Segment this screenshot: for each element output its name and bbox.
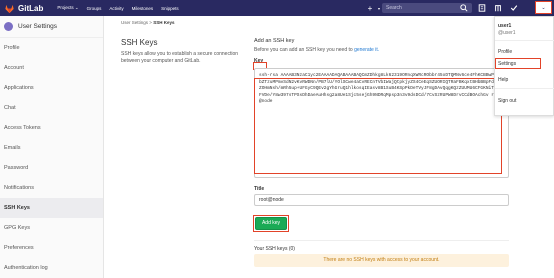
your-ssh-keys-heading: Your SSH keys (0) [254, 246, 295, 252]
new-item-button[interactable]: + [363, 3, 377, 13]
ssh-description: SSH keys allow you to establish a secure… [121, 51, 239, 64]
user-avatar-menu-button[interactable]: ⌄ [535, 1, 552, 14]
page-title: SSH Keys [121, 38, 158, 47]
add-ssh-key-form: Add an SSH key Before you can add an SSH… [253, 38, 509, 267]
ssh-info-column: SSH Keys SSH keys allow you to establish… [121, 38, 243, 65]
breadcrumb: User Settings > SSH Keys [121, 20, 174, 25]
divider [495, 88, 554, 89]
todos-icon[interactable] [510, 4, 518, 12]
user-dropdown-menu: user1 @user1 Profile Settings Help Sign … [494, 16, 554, 116]
breadcrumb-current: SSH Keys [153, 20, 175, 25]
nav-groups[interactable]: Groups [87, 6, 102, 11]
sidebar-item-authentication-log[interactable]: Authentication log [0, 258, 103, 278]
sidebar-item-chat[interactable]: Chat [0, 98, 103, 118]
chevron-down-icon[interactable]: ▾ [378, 6, 380, 11]
sidebar-header: User Settings [0, 16, 103, 38]
search-icon [460, 4, 468, 12]
dropdown-item-sign-out[interactable]: Sign out [498, 98, 516, 104]
sidebar-item-profile[interactable]: Profile [0, 38, 103, 58]
nav-projects[interactable]: Projects ⌄ [57, 5, 78, 11]
issues-icon[interactable] [494, 4, 502, 12]
no-keys-alert: There are no SSH keys with access to you… [254, 254, 509, 267]
key-textarea[interactable]: ssh-rsa AAAAB3NzaC1yc2EAAAADAQABAAABAQCm… [254, 68, 509, 178]
dropdown-username: user1 [498, 23, 512, 29]
settings-highlight [495, 58, 541, 69]
avatar [4, 22, 13, 31]
nav-activity[interactable]: Activity [109, 6, 123, 11]
divider [495, 40, 554, 41]
dropdown-item-help[interactable]: Help [498, 77, 508, 83]
add-key-description-text: Before you can add an SSH key you need t… [254, 47, 353, 53]
nav-snippets[interactable]: Snippets [161, 6, 179, 11]
sidebar-item-applications[interactable]: Applications [0, 78, 103, 98]
app-name: GitLab [18, 3, 44, 13]
sidebar-item-ssh-keys[interactable]: SSH Keys [0, 198, 103, 218]
sidebar-item-password[interactable]: Password [0, 158, 103, 178]
sidebar-item-emails[interactable]: Emails [0, 138, 103, 158]
gitlab-logo[interactable]: GitLab [4, 3, 43, 14]
sidebar-item-preferences[interactable]: Preferences [0, 238, 103, 258]
sidebar-item-access-tokens[interactable]: Access Tokens [0, 118, 103, 138]
dropdown-item-profile[interactable]: Profile [498, 49, 512, 55]
add-key-heading: Add an SSH key [254, 38, 295, 44]
gitlab-fox-icon [5, 4, 14, 13]
title-label: Title [254, 186, 265, 192]
add-key-description: Before you can add an SSH key you need t… [254, 47, 509, 53]
generate-it-link[interactable]: generate it. [354, 47, 379, 53]
sidebar-item-gpg-keys[interactable]: GPG Keys [0, 218, 103, 238]
sidebar-title: User Settings [18, 23, 58, 30]
nav-milestones[interactable]: Milestones [132, 6, 154, 11]
chevron-down-icon: ⌄ [541, 4, 546, 11]
title-input[interactable]: root@node [254, 194, 509, 206]
key-label: Key [254, 58, 264, 64]
sidebar-item-notifications[interactable]: Notifications [0, 178, 103, 198]
merge-requests-icon[interactable] [478, 4, 486, 12]
sidebar-item-account[interactable]: Account [0, 58, 103, 78]
search-input[interactable]: Search [382, 3, 472, 13]
plus-icon: + [367, 3, 373, 13]
divider [254, 240, 509, 241]
dropdown-handle: @user1 [498, 30, 516, 36]
breadcrumb-separator: > [149, 20, 152, 25]
add-key-highlight [253, 215, 289, 232]
settings-sidebar: User Settings Profile Account Applicatio… [0, 16, 104, 278]
breadcrumb-parent[interactable]: User Settings [121, 20, 148, 25]
